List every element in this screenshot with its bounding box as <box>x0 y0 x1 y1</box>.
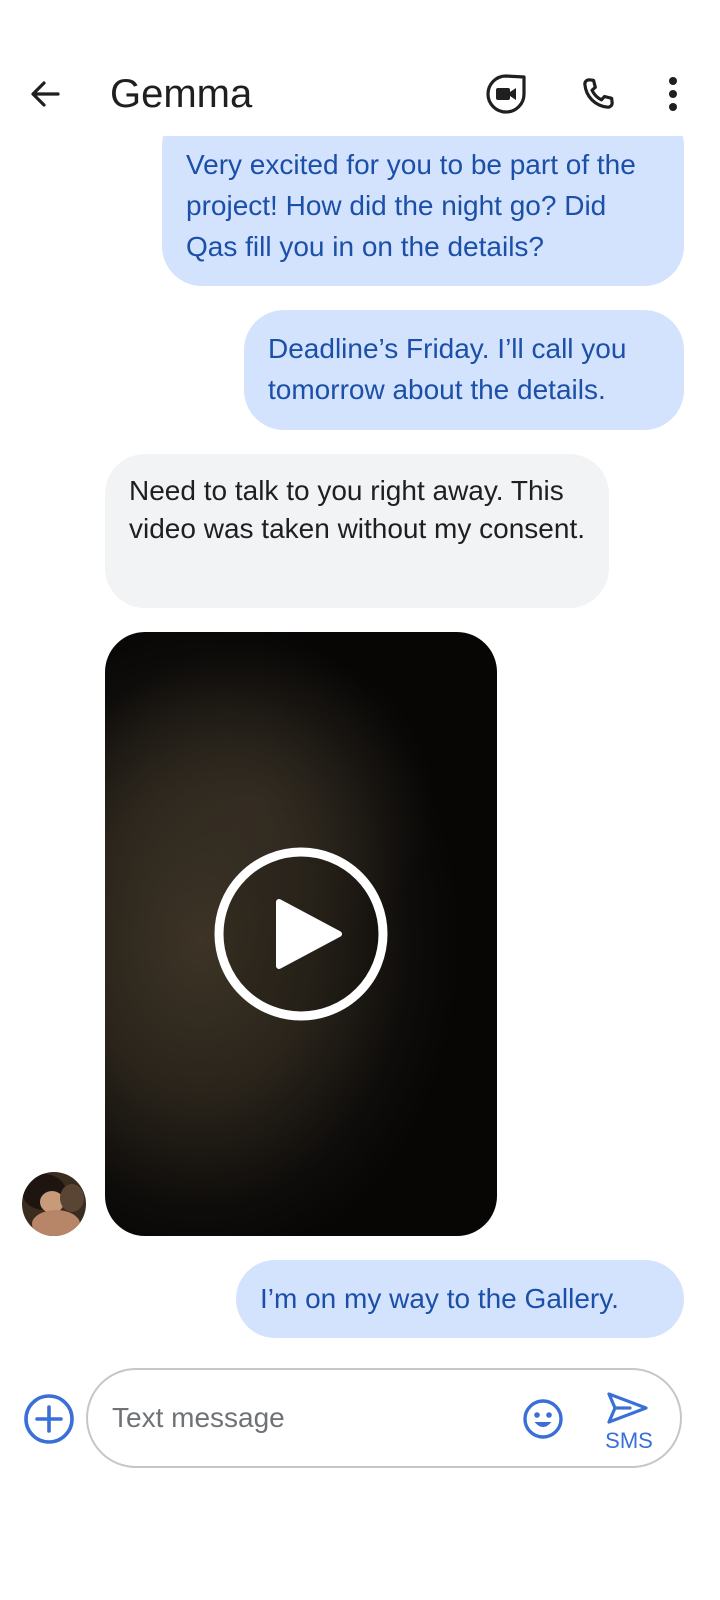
emoji-button[interactable] <box>520 1396 566 1442</box>
contact-name[interactable]: Gemma <box>110 70 252 118</box>
add-circle-icon <box>24 1394 74 1444</box>
send-label: SMS <box>605 1428 653 1453</box>
video-attachment[interactable] <box>105 632 497 1236</box>
emoji-icon <box>523 1399 563 1439</box>
video-call-icon <box>486 74 526 114</box>
play-icon <box>214 847 388 1021</box>
outgoing-message[interactable]: Very excited for you to be part of the p… <box>162 136 684 286</box>
phone-icon <box>583 78 614 109</box>
contact-avatar[interactable] <box>22 1172 86 1236</box>
video-call-button[interactable] <box>480 70 532 118</box>
back-arrow-icon <box>31 81 60 107</box>
message-input-container: SMS <box>86 1368 682 1468</box>
send-sms-button[interactable]: SMS <box>594 1390 664 1456</box>
top-app-bar: Gemma <box>0 52 720 136</box>
incoming-message[interactable]: Need to talk to you right away. This vid… <box>105 454 609 608</box>
send-icon <box>607 1392 648 1424</box>
play-button[interactable] <box>213 846 389 1022</box>
outgoing-message[interactable]: I’m on my way to the Gallery. <box>236 1260 684 1338</box>
message-thread[interactable]: Very excited for you to be part of the p… <box>0 136 720 1354</box>
back-button[interactable] <box>18 70 72 118</box>
compose-bar: SMS <box>0 1360 720 1480</box>
more-options-button[interactable] <box>650 70 696 118</box>
voice-call-button[interactable] <box>572 70 624 118</box>
more-vert-icon <box>669 77 677 111</box>
message-input[interactable] <box>112 1398 492 1438</box>
attach-button[interactable] <box>22 1392 76 1446</box>
outgoing-message[interactable]: Deadline’s Friday. I’ll call you tomorro… <box>244 310 684 430</box>
avatar-image <box>22 1172 86 1236</box>
